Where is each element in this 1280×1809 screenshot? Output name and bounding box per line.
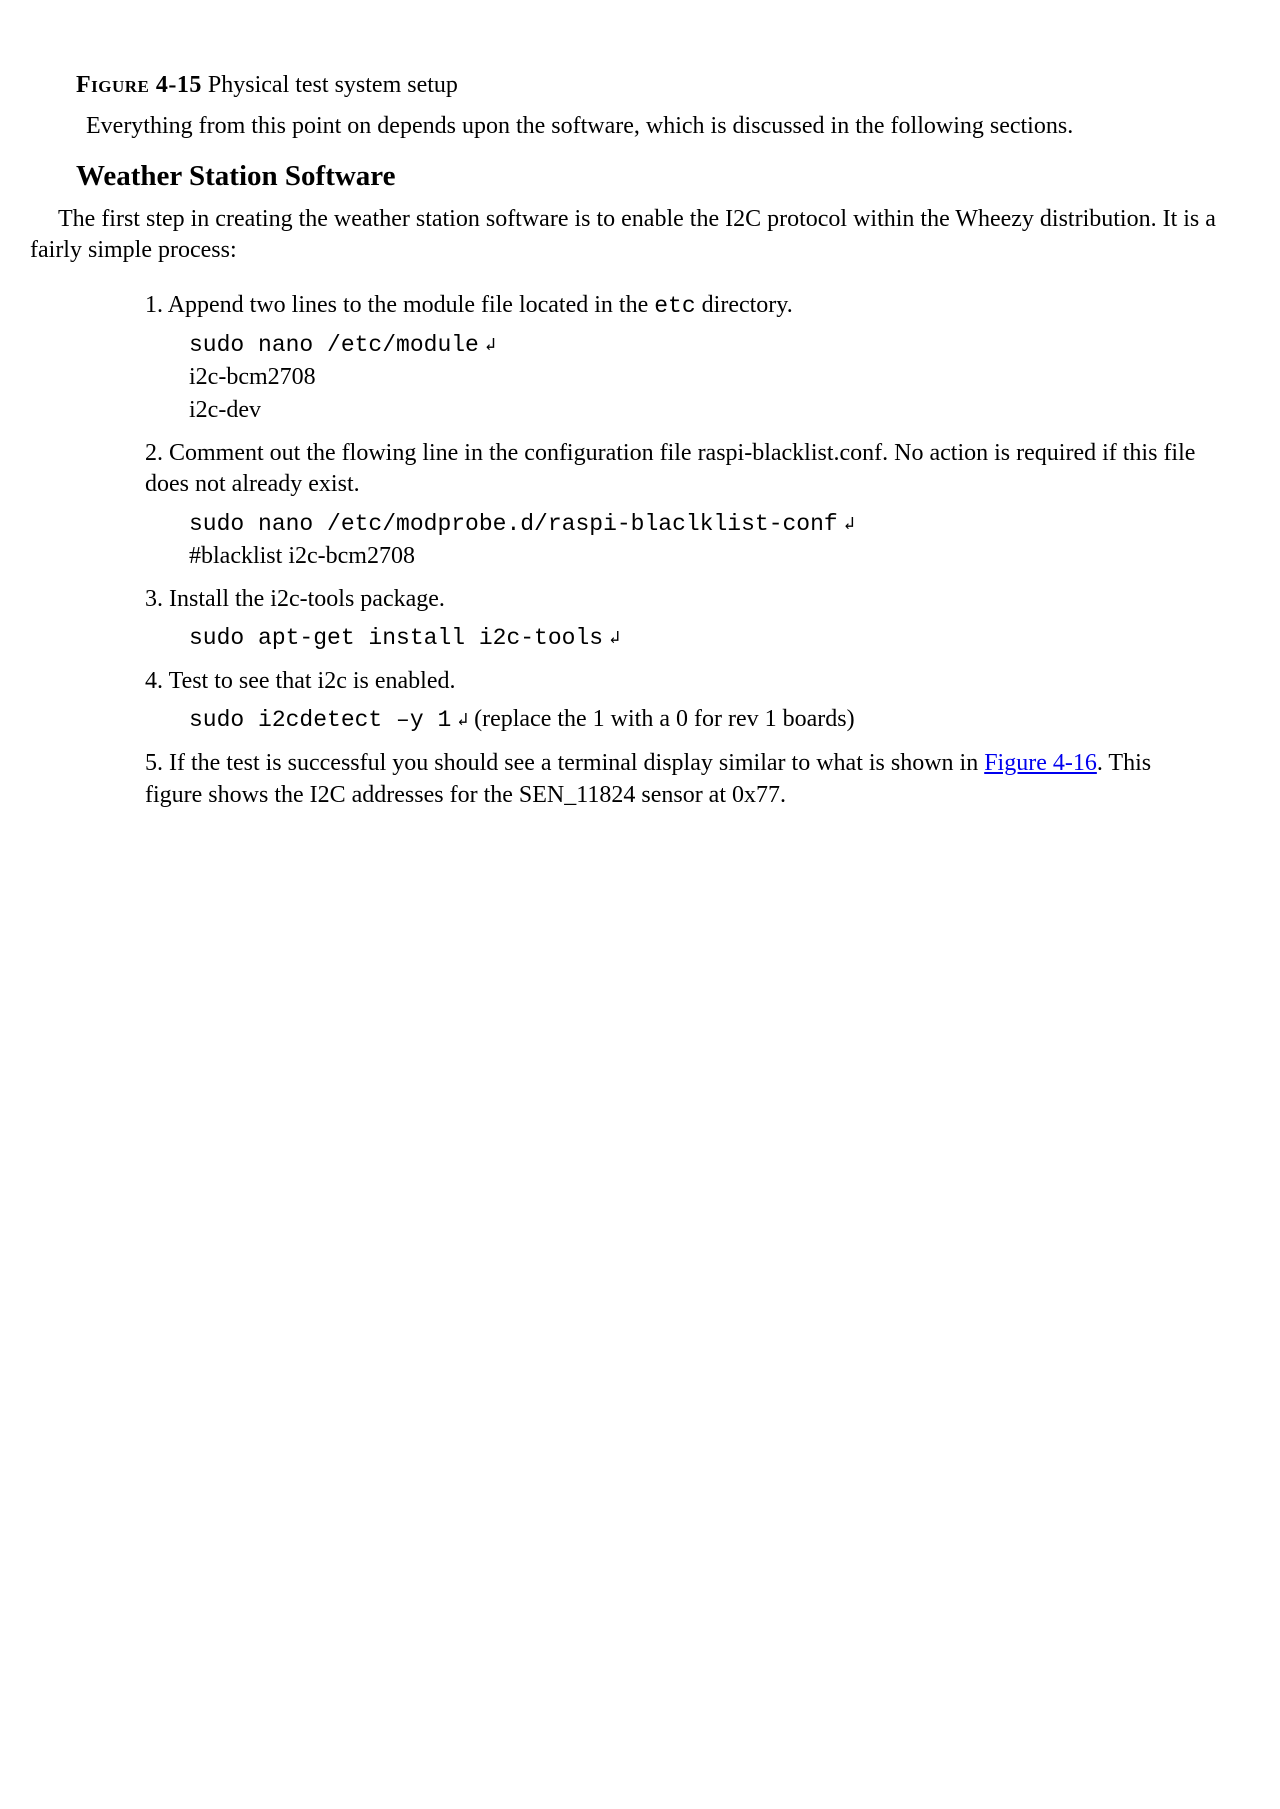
step-4-text: 4. Test to see that i2c is enabled. <box>145 666 1210 697</box>
figure-label: Figure 4-15 <box>76 72 202 98</box>
figure-caption: Figure 4-15 Physical test system setup <box>30 70 1250 101</box>
enter-icon: ↲ <box>457 711 468 731</box>
steps-list: 1. Append two lines to the module file l… <box>145 290 1210 810</box>
step-4-code: sudo i2cdetect –y 1 ↲ (replace the 1 wit… <box>189 703 1210 736</box>
code-line: i2c-dev <box>189 394 1210 426</box>
code-line: sudo apt-get install i2c-tools <box>189 625 603 651</box>
code-line: #blacklist i2c-bcm2708 <box>189 540 1210 572</box>
code-line: i2c-bcm2708 <box>189 361 1210 393</box>
step-2: 2. Comment out the flowing line in the c… <box>145 438 1210 572</box>
step-1-code: sudo nano /etc/module ↲ i2c-bcm2708 i2c-… <box>189 328 1210 426</box>
code-line: sudo i2cdetect –y 1 <box>189 707 451 733</box>
step-1-text: 1. Append two lines to the module file l… <box>145 290 1210 322</box>
step-2-code: sudo nano /etc/modprobe.d/raspi-blaclkli… <box>189 507 1210 572</box>
enter-icon: ↲ <box>485 336 496 356</box>
code-line: sudo nano /etc/module <box>189 332 479 358</box>
step-4: 4. Test to see that i2c is enabled. sudo… <box>145 666 1210 736</box>
enter-icon: ↲ <box>609 629 620 649</box>
step-3-code: sudo apt-get install i2c-tools ↲ <box>189 621 1210 654</box>
step-1: 1. Append two lines to the module file l… <box>145 290 1210 426</box>
section-intro: The first step in creating the weather s… <box>30 204 1250 266</box>
inline-code-etc: etc <box>654 293 695 319</box>
step-5: 5. If the test is successful you should … <box>145 748 1210 810</box>
figure-caption-text: Physical test system setup <box>208 72 458 98</box>
figure-link[interactable]: Figure 4-16 <box>984 750 1097 776</box>
enter-icon: ↲ <box>844 515 855 535</box>
step-5-text: 5. If the test is successful you should … <box>145 748 1210 810</box>
step-3: 3. Install the i2c-tools package. sudo a… <box>145 584 1210 654</box>
code-line: sudo nano /etc/modprobe.d/raspi-blaclkli… <box>189 511 838 537</box>
step-4-parenthetical: (replace the 1 with a 0 for rev 1 boards… <box>474 706 855 732</box>
section-heading: Weather Station Software <box>76 158 1250 196</box>
intro-paragraph: Everything from this point on depends up… <box>30 111 1250 142</box>
step-2-text: 2. Comment out the flowing line in the c… <box>145 438 1210 500</box>
step-3-text: 3. Install the i2c-tools package. <box>145 584 1210 615</box>
